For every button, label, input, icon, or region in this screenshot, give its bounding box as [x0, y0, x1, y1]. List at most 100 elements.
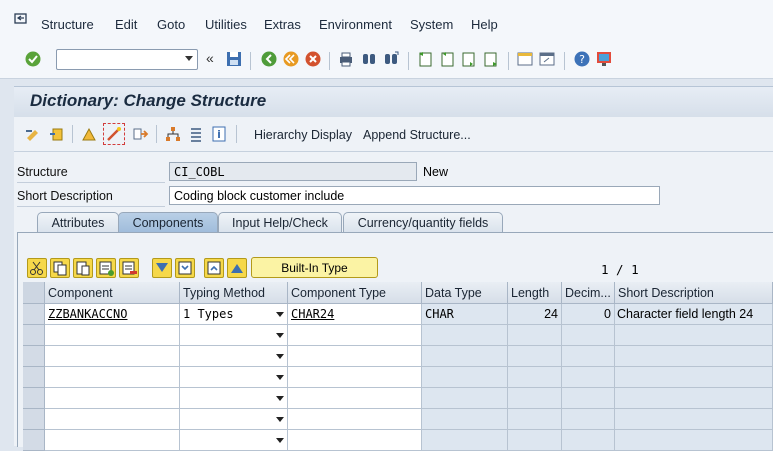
check-object-icon[interactable] — [80, 125, 98, 143]
menu-system[interactable]: System — [410, 17, 453, 32]
chevron-down-icon[interactable] — [185, 56, 193, 61]
other-object-icon[interactable] — [48, 125, 66, 143]
separator — [329, 52, 330, 70]
test-icon[interactable] — [131, 125, 149, 143]
empty-cell[interactable] — [180, 409, 288, 430]
navigation-window-icon[interactable] — [187, 125, 205, 143]
row-selector[interactable] — [23, 367, 45, 388]
previous-page-icon[interactable] — [438, 50, 456, 68]
empty-cell[interactable] — [45, 325, 180, 346]
customize-layout-icon[interactable] — [595, 50, 613, 68]
save-icon[interactable] — [225, 50, 243, 68]
menu-structure[interactable]: Structure — [41, 17, 94, 32]
row-selector[interactable] — [23, 388, 45, 409]
first-page-icon[interactable] — [416, 50, 434, 68]
empty-cell[interactable] — [288, 388, 422, 409]
hierarchy-display-button[interactable]: Hierarchy Display — [254, 128, 352, 142]
row-selector[interactable] — [23, 304, 45, 325]
print-icon[interactable] — [337, 50, 355, 68]
menu-icon[interactable] — [14, 13, 28, 25]
empty-cell[interactable] — [45, 367, 180, 388]
cell-component-type[interactable]: CHAR24 — [288, 304, 422, 325]
page-scroll-icon — [178, 261, 192, 275]
empty-cell[interactable] — [180, 367, 288, 388]
chevron-down-icon[interactable] — [276, 354, 284, 359]
menu-environment[interactable]: Environment — [319, 17, 392, 32]
chevron-down-icon[interactable] — [276, 417, 284, 422]
built-in-type-button[interactable]: Built-In Type — [251, 257, 378, 278]
cancel-icon[interactable] — [304, 50, 322, 68]
chevron-down-icon[interactable] — [276, 396, 284, 401]
chevron-down-icon[interactable] — [276, 312, 284, 317]
display-change-icon[interactable] — [24, 125, 42, 143]
menu-help[interactable]: Help — [471, 17, 498, 32]
menu-edit[interactable]: Edit — [115, 17, 137, 32]
chevron-down-icon[interactable] — [276, 438, 284, 443]
next-page-icon[interactable] — [460, 50, 478, 68]
append-structure-button[interactable]: Append Structure... — [363, 128, 471, 142]
empty-cell[interactable] — [288, 367, 422, 388]
chevron-down-icon[interactable] — [276, 375, 284, 380]
menu-goto[interactable]: Goto — [157, 17, 185, 32]
help-icon[interactable]: ? — [573, 50, 591, 68]
sort-up-button[interactable] — [227, 258, 247, 278]
back-icon[interactable] — [260, 50, 278, 68]
column-header-component[interactable]: Component — [45, 282, 180, 304]
last-page-icon[interactable] — [482, 50, 500, 68]
empty-cell[interactable] — [288, 430, 422, 451]
empty-cell[interactable] — [45, 388, 180, 409]
cut-row-button[interactable] — [27, 258, 47, 278]
column-header-typing-method[interactable]: Typing Method — [180, 282, 288, 304]
collapse-icon[interactable]: « — [206, 50, 214, 66]
chevron-down-icon[interactable] — [276, 333, 284, 338]
cell-component[interactable]: ZZBANKACCNO — [45, 304, 180, 325]
sort-down-button[interactable] — [152, 258, 172, 278]
empty-cell[interactable] — [180, 388, 288, 409]
info-icon[interactable]: i — [210, 125, 228, 143]
command-field[interactable] — [56, 49, 198, 70]
tab-currency-quantity-fields[interactable]: Currency/quantity fields — [343, 212, 503, 233]
empty-cell[interactable] — [180, 325, 288, 346]
insert-row-button[interactable] — [96, 258, 116, 278]
column-header-short-description[interactable]: Short Description — [615, 282, 773, 304]
tab-components[interactable]: Components — [118, 212, 218, 233]
row-selector[interactable] — [23, 346, 45, 367]
cell-typing-method[interactable]: 1 Types — [180, 304, 288, 325]
select-all-corner[interactable] — [23, 282, 45, 304]
paste-row-button[interactable] — [73, 258, 93, 278]
menu-utilities[interactable]: Utilities — [205, 17, 247, 32]
tab-input-help-check[interactable]: Input Help/Check — [218, 212, 342, 233]
empty-cell[interactable] — [288, 325, 422, 346]
row-selector[interactable] — [23, 409, 45, 430]
row-selector[interactable] — [23, 325, 45, 346]
page-down-button[interactable] — [175, 258, 195, 278]
empty-cell[interactable] — [288, 409, 422, 430]
empty-cell[interactable] — [288, 346, 422, 367]
exit-icon[interactable] — [282, 50, 300, 68]
empty-cell[interactable] — [45, 430, 180, 451]
column-header-component-type[interactable]: Component Type — [288, 282, 422, 304]
delete-row-button[interactable] — [119, 258, 139, 278]
new-session-icon[interactable] — [516, 50, 534, 68]
object-list-icon[interactable] — [164, 125, 182, 143]
copy-row-button[interactable] — [50, 258, 70, 278]
empty-cell[interactable] — [180, 430, 288, 451]
enter-check-icon[interactable] — [24, 50, 42, 68]
tab-attributes[interactable]: Attributes — [37, 212, 119, 233]
shortcut-icon[interactable] — [538, 50, 556, 68]
column-header-length[interactable]: Length — [508, 282, 562, 304]
column-header-decimals[interactable]: Decim... — [562, 282, 615, 304]
structure-field: CI_COBL — [169, 162, 417, 181]
page-up-button[interactable] — [204, 258, 224, 278]
empty-cell[interactable] — [45, 346, 180, 367]
empty-cell[interactable] — [180, 346, 288, 367]
short-description-field[interactable]: Coding block customer include — [169, 186, 660, 205]
row-selector[interactable] — [23, 430, 45, 451]
column-header-data-type[interactable]: Data Type — [422, 282, 508, 304]
menu-extras[interactable]: Extras — [264, 17, 301, 32]
find-next-icon[interactable] — [382, 50, 400, 68]
activate-button[interactable] — [103, 123, 125, 145]
empty-cell[interactable] — [45, 409, 180, 430]
activate-wand-icon — [107, 127, 121, 141]
find-icon[interactable] — [360, 50, 378, 68]
